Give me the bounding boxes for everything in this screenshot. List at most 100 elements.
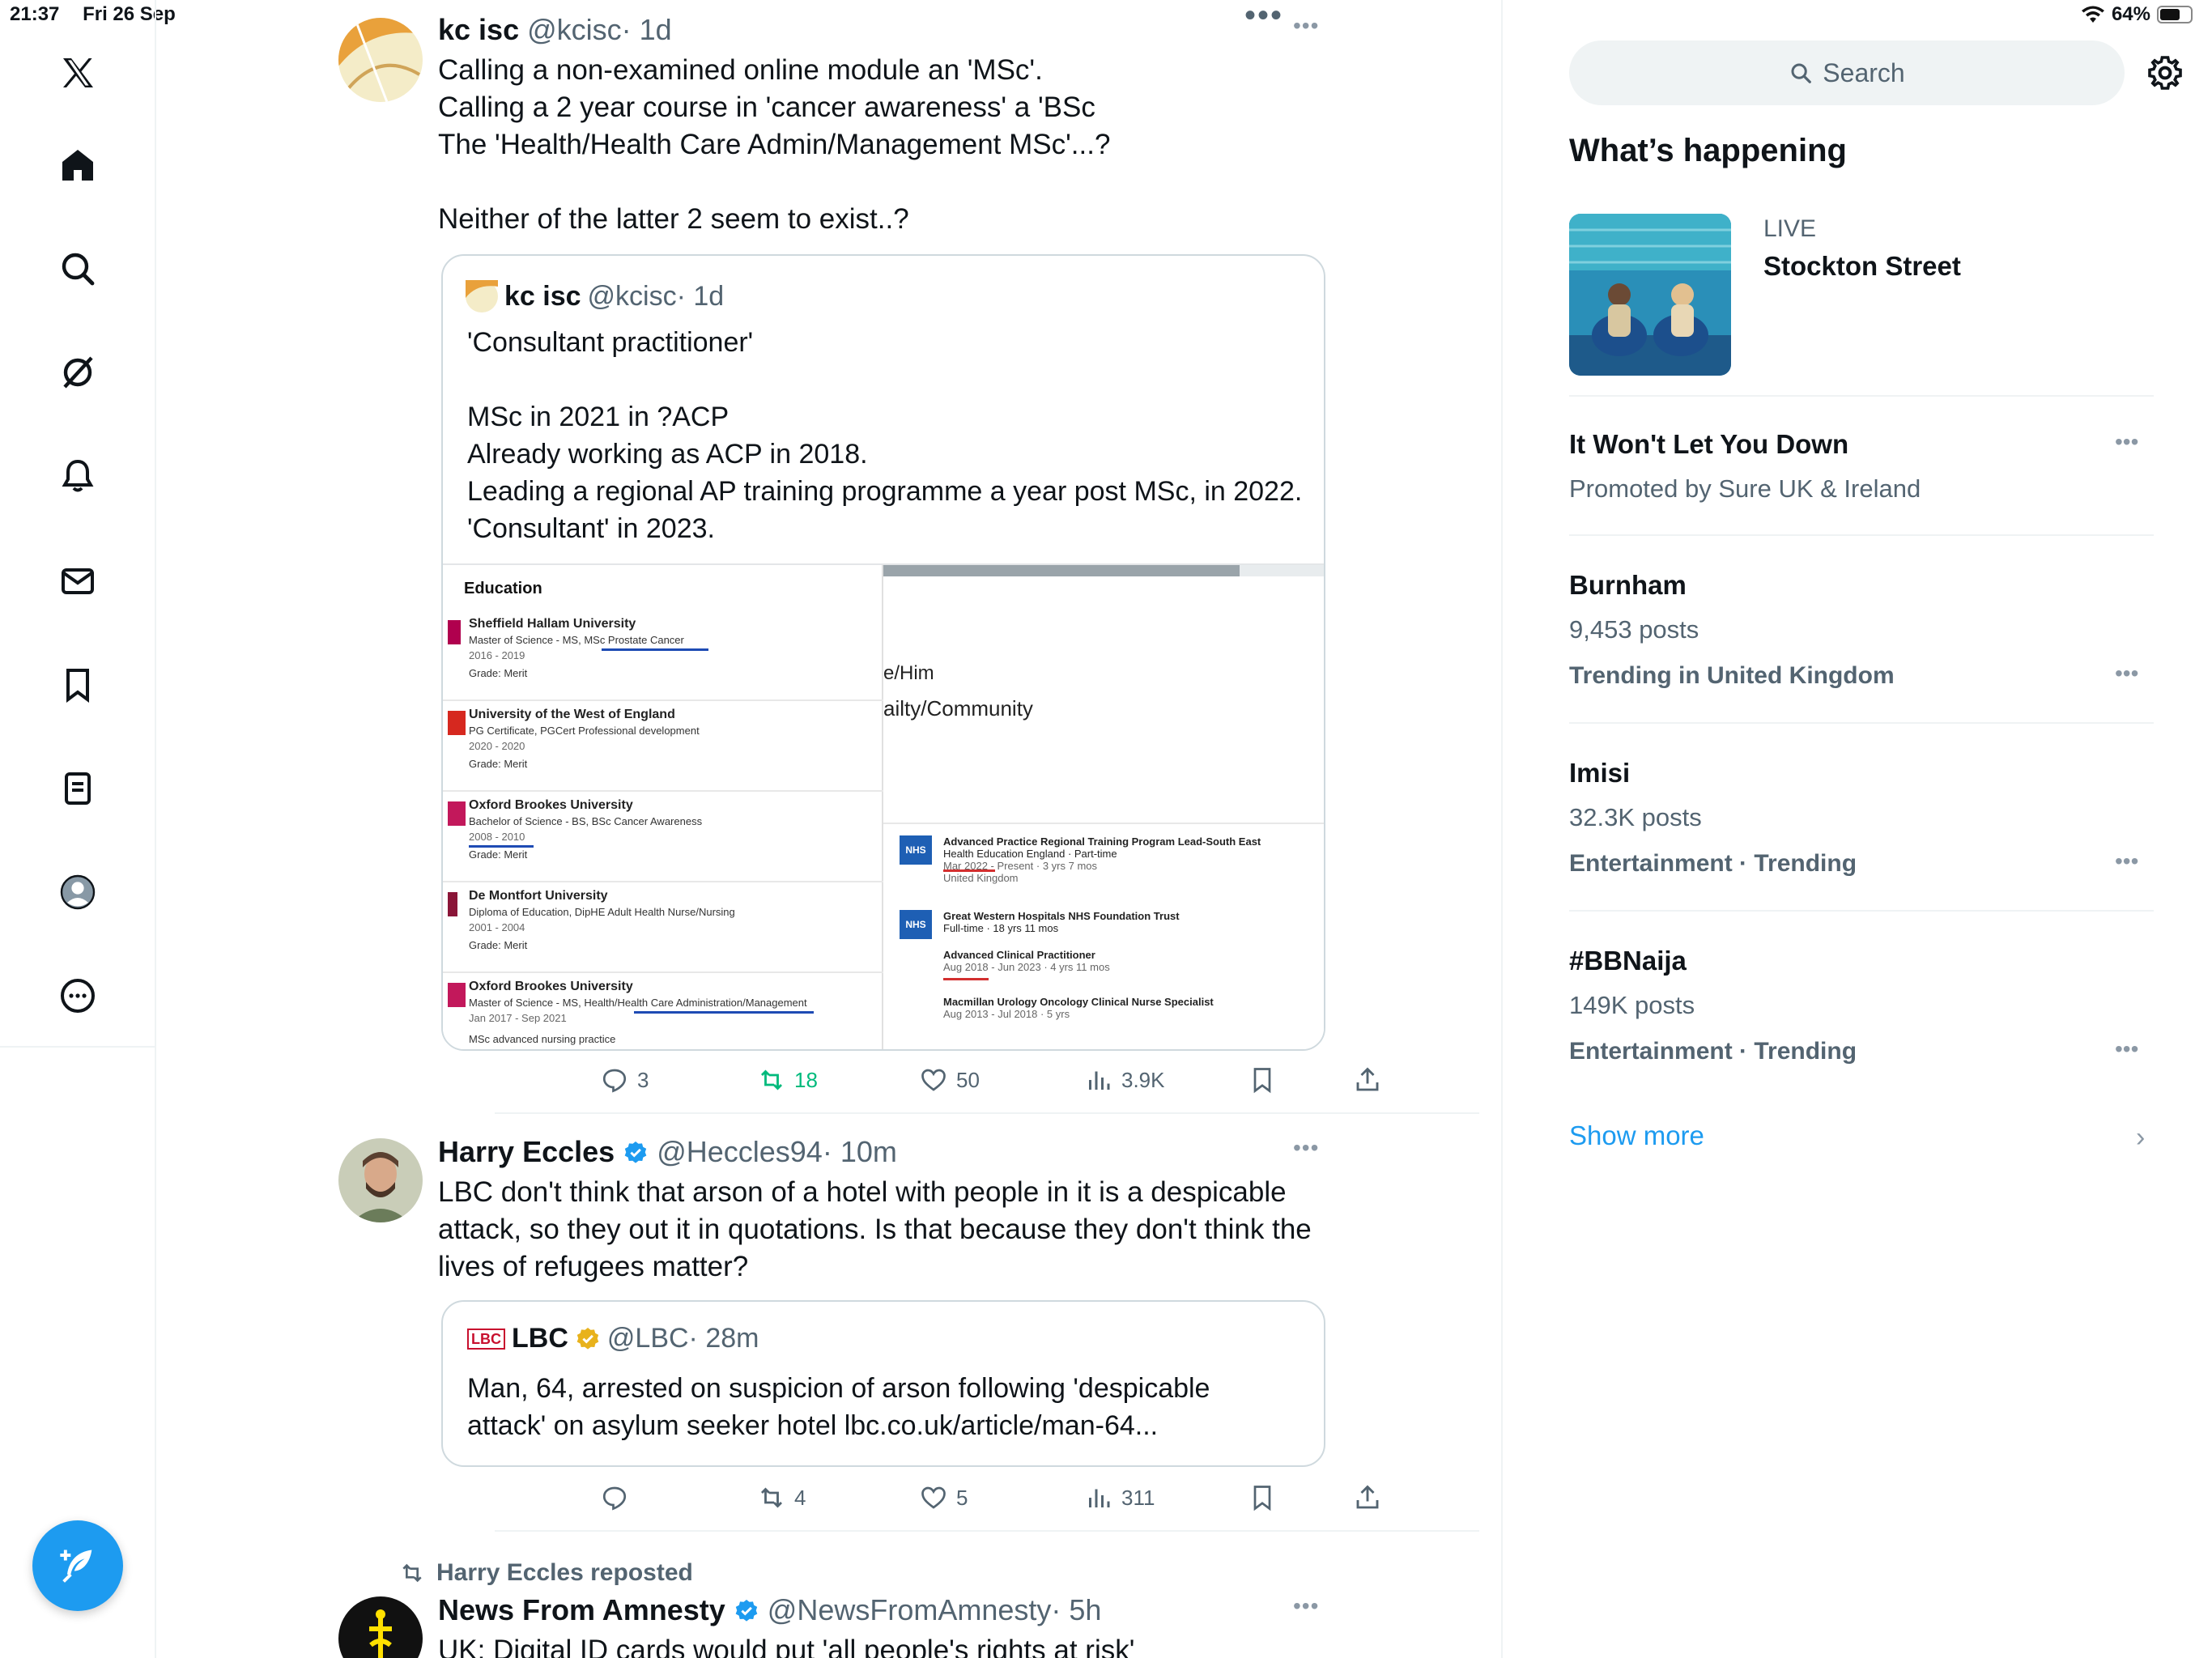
tweet-more-icon[interactable]: ••• xyxy=(1293,1593,1319,1619)
trend-post-count: 149K posts xyxy=(1569,991,1695,1019)
years: 2016 - 2019 xyxy=(469,649,525,661)
tweet-line: Calling a 2 year course in 'cancer aware… xyxy=(438,91,1095,123)
like-button[interactable]: 5 xyxy=(919,1483,968,1512)
trend-category: Entertainment · Trending xyxy=(1569,850,1857,877)
tweet-line: lives of refugees matter? xyxy=(438,1251,749,1282)
tweet-line: attack, so they out it in quotations. Is… xyxy=(438,1214,1312,1245)
lists-icon[interactable] xyxy=(49,759,107,818)
grade: Grade: Merit xyxy=(469,848,528,861)
education-entry: Oxford Brookes University Bachelor of Sc… xyxy=(443,792,883,882)
explore-search-icon[interactable] xyxy=(49,240,107,298)
home-icon[interactable] xyxy=(49,136,107,194)
quoted-media-image[interactable]: Education Sheffield Hallam University Ma… xyxy=(443,563,1324,1049)
heart-icon xyxy=(921,1069,946,1091)
compose-post-button[interactable] xyxy=(32,1520,123,1611)
tweet-more-icon[interactable]: ••• xyxy=(1293,1135,1319,1161)
trend-more-icon[interactable]: ••• xyxy=(2115,661,2138,687)
author-handle[interactable]: @Heccles94 xyxy=(657,1135,823,1168)
nhs-logo: NHS xyxy=(900,835,932,865)
bookmark-icon xyxy=(1253,1486,1271,1511)
school-logo xyxy=(448,983,466,1007)
quoted-tweet[interactable]: kc isc @kcisc · 1d 'Consultant practition… xyxy=(441,254,1325,1051)
school-name: University of the West of England xyxy=(469,708,675,721)
settings-gear-icon[interactable] xyxy=(2146,53,2184,92)
role-text: ailty/Community xyxy=(883,696,1033,721)
job-title: Macmillan Urology Oncology Clinical Nurs… xyxy=(943,996,1214,1008)
job-title: Advanced Practice Regional Training Prog… xyxy=(943,835,1261,848)
degree: PG Certificate, PGCert Professional deve… xyxy=(469,725,700,737)
repost-button[interactable]: 18 xyxy=(757,1065,818,1095)
top-more-icon[interactable]: ••• xyxy=(1244,0,1283,32)
author-name[interactable]: Harry Eccles xyxy=(438,1135,615,1168)
quoted-tweet[interactable]: LBC LBC @LBC · 28m Man, 64, arrested on s… xyxy=(441,1300,1325,1467)
tweet-time[interactable]: · 10m xyxy=(823,1135,897,1168)
whats-happening-heading: What’s happening xyxy=(1569,133,1847,168)
show-more-link[interactable]: Show more xyxy=(1569,1120,1704,1151)
years: 2020 - 2020 xyxy=(469,740,525,752)
years: Jan 2017 - Sep 2021 xyxy=(469,1012,567,1024)
tweet-actions: 3 18 50 3.9K xyxy=(600,1065,1379,1101)
trend-more-icon[interactable]: ••• xyxy=(2115,1036,2138,1062)
school-name: Sheffield Hallam University xyxy=(469,617,636,631)
job-entry: Advanced Clinical Practitioner Aug 2018 … xyxy=(943,949,1324,973)
more-options-icon[interactable] xyxy=(49,967,107,1025)
profile-avatar-icon[interactable] xyxy=(49,863,107,921)
live-title[interactable]: Stockton Street xyxy=(1763,251,1961,282)
quoted-text: Man, 64, arrested on suspicion of arson … xyxy=(467,1370,1309,1444)
like-button[interactable]: 50 xyxy=(919,1065,980,1095)
author-handle[interactable]: @kcisc xyxy=(527,13,622,46)
avatar-amnesty[interactable] xyxy=(338,1596,423,1658)
search-input[interactable]: Search xyxy=(1569,40,2125,105)
chevron-right-icon[interactable]: › xyxy=(2136,1122,2145,1154)
sidebar-separator xyxy=(1569,722,2154,724)
tweet-time[interactable]: · 5h xyxy=(1051,1593,1101,1626)
notifications-bell-icon[interactable] xyxy=(49,447,107,505)
trend-more-icon[interactable]: ••• xyxy=(2115,848,2138,874)
tweet-time[interactable]: · 1d xyxy=(622,13,672,46)
degree: Master of Science - MS, MSc Prostate Can… xyxy=(469,634,684,646)
education-entry: University of the West of England PG Cer… xyxy=(443,701,883,792)
repost-button[interactable]: 4 xyxy=(757,1483,806,1512)
quoted-text: 'Consultant practitioner' MSc in 2021 in… xyxy=(467,324,1309,547)
battery-percent: 64% xyxy=(2111,3,2150,25)
job-org: Full-time · 18 yrs 11 mos xyxy=(943,922,1059,934)
home-timeline: ••• kc isc @kcisc· 1d ••• Calling a non-… xyxy=(156,0,1503,1658)
lbc-logo: LBC xyxy=(467,1328,505,1350)
views-button[interactable]: 3.9K xyxy=(1084,1065,1165,1095)
years: 2001 - 2004 xyxy=(469,921,525,933)
messages-envelope-icon[interactable] xyxy=(49,552,107,610)
tweet-line: The 'Health/Health Care Admin/Management… xyxy=(438,129,1111,160)
bookmark-button[interactable] xyxy=(1248,1065,1277,1095)
school-name: Oxford Brookes University xyxy=(469,980,633,993)
views-count: 3.9K xyxy=(1121,1067,1165,1092)
author-handle[interactable]: @NewsFromAmnesty xyxy=(768,1593,1052,1626)
views-button[interactable]: 311 xyxy=(1084,1483,1155,1512)
school-logo xyxy=(448,620,461,644)
share-button[interactable] xyxy=(1353,1065,1382,1095)
avatar-harry-eccles[interactable] xyxy=(338,1138,423,1222)
like-count: 50 xyxy=(956,1067,980,1092)
reply-button[interactable]: 3 xyxy=(600,1065,649,1095)
author-name[interactable]: kc isc xyxy=(438,13,519,46)
bookmark-button[interactable] xyxy=(1248,1483,1277,1512)
avatar-kcisc[interactable] xyxy=(338,18,423,102)
trend-post-count: 9,453 posts xyxy=(1569,615,1699,644)
share-button[interactable] xyxy=(1353,1483,1382,1512)
sidebar-separator xyxy=(1569,534,2154,536)
reply-button[interactable] xyxy=(600,1483,637,1512)
live-event-thumbnail[interactable] xyxy=(1569,214,1731,376)
sidebar-separator xyxy=(1569,910,2154,912)
verified-badge-icon xyxy=(624,1141,647,1163)
grok-icon[interactable] xyxy=(49,343,107,402)
quoted-author-name: kc isc xyxy=(504,280,581,312)
tweet-text: UK: Digital ID cards would put 'all peop… xyxy=(438,1632,1458,1658)
experience-panel: e/Him ailty/Community NHS Advanced Pract… xyxy=(883,565,1324,1049)
bookmarks-icon[interactable] xyxy=(49,656,107,714)
trend-more-icon[interactable]: ••• xyxy=(2115,429,2138,455)
views-count: 311 xyxy=(1121,1485,1155,1510)
degree: Master of Science - MS, Health/Health Ca… xyxy=(469,997,807,1009)
job-entry: Advanced Practice Regional Training Prog… xyxy=(943,835,1324,884)
tweet-more-icon[interactable]: ••• xyxy=(1293,13,1319,39)
author-name[interactable]: News From Amnesty xyxy=(438,1593,725,1626)
x-logo-icon[interactable] xyxy=(49,44,107,102)
